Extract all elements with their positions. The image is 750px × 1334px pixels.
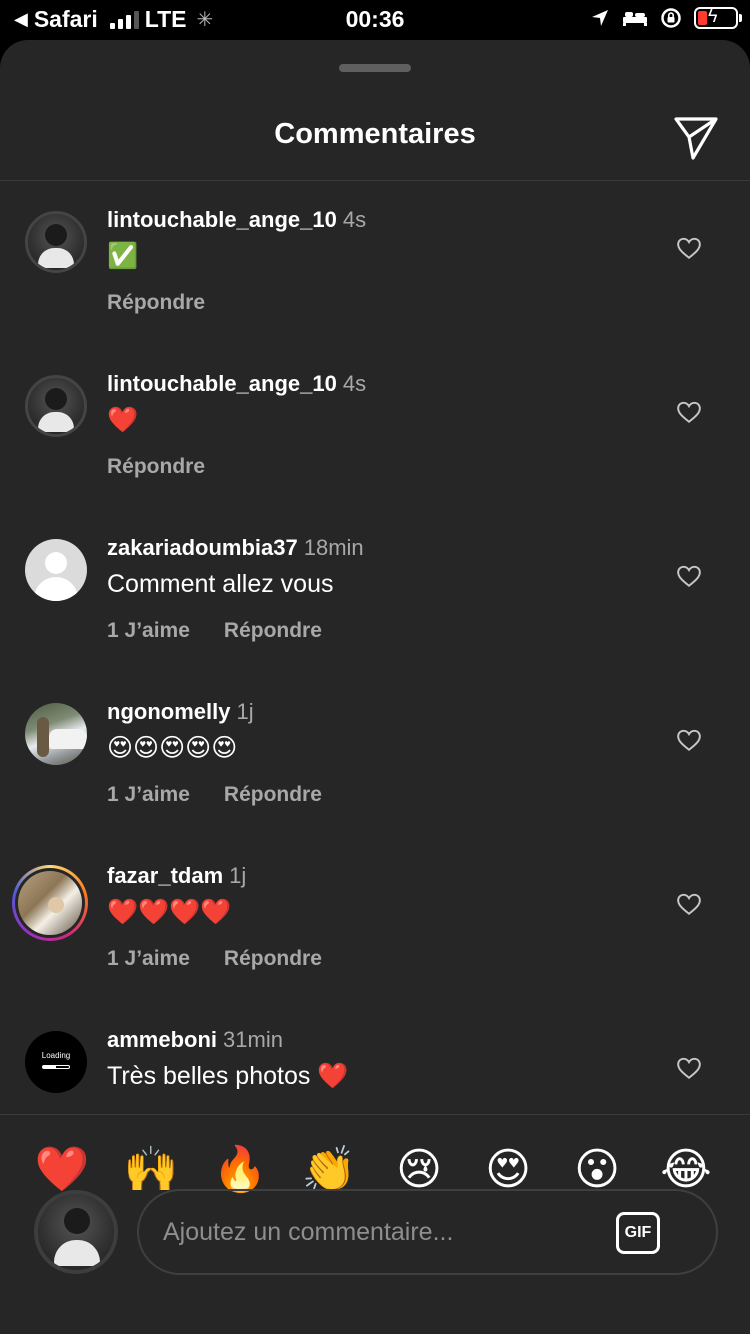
- comment-time: 31min: [223, 1027, 283, 1052]
- sheet-drag-handle[interactable]: [339, 64, 411, 72]
- reply-button[interactable]: Répondre: [224, 783, 322, 807]
- likes-count[interactable]: 1 J’aime: [107, 947, 190, 971]
- composer-avatar[interactable]: [34, 1190, 118, 1274]
- comment-text: ✅: [107, 242, 139, 270]
- comments-list[interactable]: lintouchable_ange_10 4s ✅ Répondre lintou…: [0, 181, 750, 1114]
- comments-sheet: Commentaires lintouchable_ange_10 4s ✅ Ré…: [0, 40, 750, 1334]
- comment-time: 4s: [342, 207, 367, 232]
- comment-time: 18min: [303, 535, 364, 560]
- comment-text: 😍😍😍😍😍: [107, 734, 238, 762]
- location-arrow-icon: [592, 10, 608, 26]
- sheet-title: Commentaires: [274, 118, 476, 150]
- reply-button[interactable]: Répondre: [224, 619, 322, 643]
- comment-text: Comment allez vous: [107, 570, 334, 598]
- avatar[interactable]: Loading: [25, 1031, 87, 1093]
- comment-body: ammeboni 31min Très belles photos ❤️: [107, 1025, 348, 1095]
- battery-level: [698, 11, 707, 25]
- comment-username[interactable]: ngonomelly: [107, 699, 230, 724]
- comment-item: lintouchable_ange_10 4s ✅ Répondre: [0, 181, 750, 345]
- charging-bolt-icon: ϟ: [708, 6, 718, 26]
- gif-button[interactable]: GIF: [616, 1212, 660, 1254]
- comment-item: ngonomelly 1j 😍😍😍😍😍 1 J’aime Répondre: [0, 673, 750, 837]
- comment-body: lintouchable_ange_10 4s ❤️ Répondre: [107, 369, 366, 479]
- comment-body: ngonomelly 1j 😍😍😍😍😍 1 J’aime Répondre: [107, 697, 322, 807]
- likes-count[interactable]: 1 J’aime: [107, 619, 190, 643]
- comment-item: lintouchable_ange_10 4s ❤️ Répondre: [0, 345, 750, 509]
- comment-body: lintouchable_ange_10 4s ✅ Répondre: [107, 205, 366, 315]
- reply-button[interactable]: Répondre: [107, 291, 205, 315]
- like-heart-icon[interactable]: [676, 399, 702, 425]
- like-heart-icon[interactable]: [676, 727, 702, 753]
- comment-username[interactable]: ammeboni: [107, 1027, 217, 1052]
- comment-time: 4s: [342, 371, 367, 396]
- avatar-loading-text: Loading: [41, 1051, 71, 1060]
- composer-divider: [0, 1114, 750, 1115]
- avatar[interactable]: [25, 211, 87, 273]
- reply-button[interactable]: Répondre: [224, 947, 322, 971]
- comment-username[interactable]: lintouchable_ange_10: [107, 371, 337, 396]
- comment-time: 1j: [229, 863, 247, 888]
- comment-text: ❤️❤️❤️❤️: [107, 898, 232, 926]
- battery-icon: ϟ: [694, 6, 742, 29]
- like-heart-icon[interactable]: [676, 891, 702, 917]
- like-heart-icon[interactable]: [676, 235, 702, 261]
- comment-input[interactable]: [163, 1209, 603, 1255]
- like-heart-icon[interactable]: [676, 1055, 702, 1081]
- rotation-lock-icon: [661, 8, 681, 28]
- bed-icon: [623, 12, 647, 26]
- send-share-icon[interactable]: [672, 112, 720, 160]
- avatar[interactable]: [25, 375, 87, 437]
- comment-item: Loading ammeboni 31min Très belles photos…: [0, 1001, 750, 1114]
- comment-username[interactable]: lintouchable_ange_10: [107, 207, 337, 232]
- comment-input-container[interactable]: GIF: [137, 1189, 718, 1275]
- comment-username[interactable]: zakariadoumbia37: [107, 535, 298, 560]
- comment-body: zakariadoumbia37 18min Comment allez vous…: [107, 533, 364, 643]
- story-ring-avatar[interactable]: [12, 865, 88, 941]
- comment-item: zakariadoumbia37 18min Comment allez vous…: [0, 509, 750, 673]
- like-heart-icon[interactable]: [676, 563, 702, 589]
- status-bar: ◀ Safari LTE ✳ 00:36 ϟ: [0, 0, 750, 40]
- avatar[interactable]: [25, 703, 87, 765]
- comment-item: fazar_tdam 1j ❤️❤️❤️❤️ 1 J’aime Répondre: [0, 837, 750, 1001]
- comment-text: ❤️: [107, 406, 139, 434]
- comment-username[interactable]: fazar_tdam: [107, 863, 223, 888]
- comment-text: Très belles photos ❤️: [107, 1062, 349, 1090]
- likes-count[interactable]: 1 J’aime: [107, 783, 190, 807]
- reply-button[interactable]: Répondre: [107, 455, 205, 479]
- avatar[interactable]: [25, 539, 87, 601]
- comment-body: fazar_tdam 1j ❤️❤️❤️❤️ 1 J’aime Répondre: [107, 861, 322, 971]
- status-right: ϟ: [590, 6, 742, 29]
- comment-time: 1j: [236, 699, 254, 724]
